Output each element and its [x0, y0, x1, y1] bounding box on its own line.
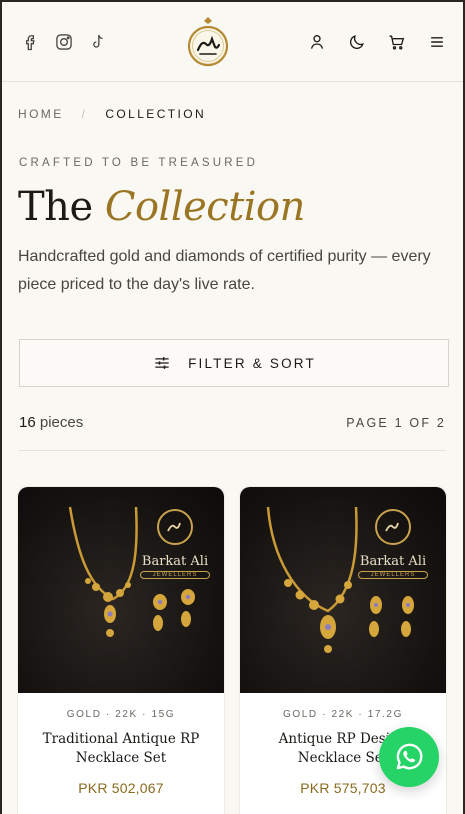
- product-image[interactable]: Barkat Ali JEWELLERS: [240, 487, 446, 693]
- product-card[interactable]: Barkat Ali JEWELLERS GOLD · 22K · 15G Tr…: [18, 487, 224, 814]
- results-count-number: 16: [19, 414, 36, 431]
- header-actions: [307, 32, 447, 52]
- product-image[interactable]: Barkat Ali JEWELLERS: [18, 487, 224, 693]
- brand-watermark: Barkat Ali: [141, 554, 209, 569]
- brand-watermark-sub: JEWELLERS: [140, 571, 210, 579]
- account-icon[interactable]: [307, 32, 327, 52]
- product-name[interactable]: Traditional Antique RP Necklace Set: [26, 730, 216, 768]
- cart-icon[interactable]: [387, 32, 407, 52]
- theme-toggle-icon[interactable]: [347, 32, 367, 52]
- product-spec: GOLD · 22K · 15G: [66, 709, 176, 720]
- brand-watermark-sub: JEWELLERS: [358, 571, 428, 579]
- site-header: [2, 2, 463, 82]
- tiktok-icon[interactable]: [88, 32, 108, 52]
- breadcrumb-separator: /: [81, 106, 88, 121]
- hero-description: Handcrafted gold and diamonds of certifi…: [18, 248, 431, 293]
- product-spec: GOLD · 22K · 17.2G: [283, 709, 403, 720]
- results-count-label: pieces: [39, 414, 84, 431]
- page-title: The Collection: [2, 183, 463, 231]
- whatsapp-chat-button[interactable]: [379, 727, 439, 787]
- title-plain: The: [18, 184, 93, 230]
- breadcrumb-home-link[interactable]: HOME: [18, 107, 64, 121]
- product-price: PKR 502,067: [78, 780, 164, 796]
- filter-sort-label: FILTER & SORT: [188, 355, 316, 371]
- breadcrumb-current: COLLECTION: [105, 106, 207, 121]
- filter-sort-button[interactable]: FILTER & SORT: [19, 339, 449, 387]
- results-meta: 16 pieces PAGE 1 OF 2: [19, 414, 446, 451]
- breadcrumb: HOME / COLLECTION: [2, 82, 463, 128]
- instagram-icon[interactable]: [54, 32, 74, 52]
- results-count: 16 pieces: [19, 414, 83, 431]
- page-indicator: PAGE 1 OF 2: [346, 415, 446, 430]
- sliders-icon: [152, 353, 172, 373]
- social-links: [20, 32, 108, 52]
- product-info: GOLD · 22K · 15G Traditional Antique RP …: [18, 693, 224, 796]
- whatsapp-icon: [392, 740, 426, 774]
- brand-watermark: Barkat Ali: [359, 554, 427, 569]
- title-accent: Collection: [104, 184, 306, 230]
- hero-eyebrow: CRAFTED TO BE TREASURED: [19, 157, 259, 169]
- facebook-icon[interactable]: [20, 32, 40, 52]
- brand-logo[interactable]: [186, 16, 230, 68]
- menu-icon[interactable]: [427, 32, 447, 52]
